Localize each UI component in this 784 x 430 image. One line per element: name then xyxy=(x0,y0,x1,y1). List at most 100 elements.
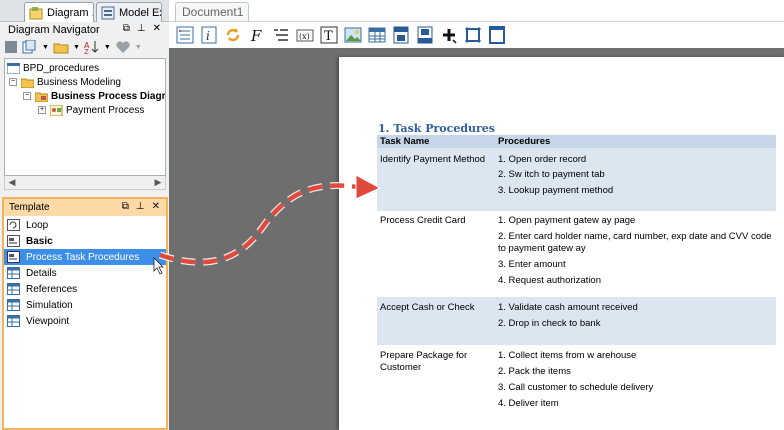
template-title-bar: Template ⧉ ⊥ ✕ xyxy=(4,199,166,216)
formula-button[interactable]: (x) xyxy=(294,24,316,46)
tree-node-business-process-diagram[interactable]: − Business Process Diagram xyxy=(23,89,165,103)
procedure-step: 1. Open payment gatew ay page xyxy=(498,215,636,226)
left-tab-bar: Diagram ... Model Ex... xyxy=(0,0,169,23)
tree-horizontal-scrollbar[interactable]: ◀ ▶ xyxy=(4,176,166,190)
document-heading: 1. Task Procedures xyxy=(378,122,495,135)
page-footer-button[interactable] xyxy=(414,24,436,46)
template-item-process-task-procedures[interactable]: Process Task Procedures xyxy=(4,249,166,265)
document-page[interactable]: 1. Task Procedures Task Name Procedures … xyxy=(339,57,784,430)
task-name-cell: Prepare Package for Customer xyxy=(380,350,468,373)
table-row: Process Credit Card 1. Open payment gate… xyxy=(377,211,776,297)
page-header-icon xyxy=(393,26,409,44)
template-item-label: Basic xyxy=(26,235,53,247)
task-name-cell: Process Credit Card xyxy=(380,215,466,226)
tree-node-label: BPD_procedures xyxy=(23,62,100,74)
expand-icon[interactable]: + xyxy=(38,106,46,114)
open-folder-icon[interactable] xyxy=(53,40,69,54)
tab-diagram-navigator[interactable]: Diagram ... xyxy=(24,2,94,23)
diagram-tree: BPD_procedures − Business Modeling − Bus… xyxy=(4,58,166,176)
page-border-button[interactable] xyxy=(462,24,484,46)
dropdown-arrow-icon[interactable]: ▼ xyxy=(42,44,49,51)
loop-icon xyxy=(7,219,20,231)
template-icon xyxy=(7,251,20,263)
page-border-icon xyxy=(465,27,481,43)
float-icon[interactable]: ⧉ xyxy=(122,201,129,212)
folder-icon xyxy=(21,78,34,88)
image-button[interactable] xyxy=(342,24,364,46)
dropdown-arrow-icon[interactable]: ▼ xyxy=(135,44,142,51)
basic-icon xyxy=(7,235,20,247)
tab-model-explorer[interactable]: Model Ex... xyxy=(96,2,162,22)
dropdown-arrow-icon[interactable]: ▼ xyxy=(104,44,111,51)
template-item-simulation[interactable]: Simulation xyxy=(4,297,166,313)
table-row: Accept Cash or Check 1. Validate cash am… xyxy=(377,297,776,345)
info-icon: i xyxy=(201,26,217,44)
text-icon: T xyxy=(320,26,338,44)
tab-document1[interactable]: Document1 xyxy=(175,2,249,21)
pin-icon[interactable]: ⊥ xyxy=(137,23,146,34)
template-item-label: Process Task Procedures xyxy=(26,251,140,263)
table-of-contents-button[interactable] xyxy=(174,24,196,46)
close-icon[interactable]: ✕ xyxy=(152,201,160,212)
image-icon xyxy=(344,27,362,43)
document-editor: Document1 i F (x) T 1. Task Procedures T… xyxy=(169,0,784,430)
formula-icon: (x) xyxy=(296,29,314,42)
left-pane: Diagram ... Model Ex... Diagram Navigato… xyxy=(0,0,169,430)
grid-view-icon[interactable] xyxy=(4,40,18,54)
template-item-loop[interactable]: Loop xyxy=(4,217,166,233)
folder-icon xyxy=(35,92,48,102)
project-icon xyxy=(7,62,20,74)
pin-icon[interactable]: ⊥ xyxy=(136,201,145,212)
dropdown-arrow-icon[interactable]: ▼ xyxy=(73,44,80,51)
font-button[interactable]: F xyxy=(246,24,268,46)
procedure-step: 3. Call customer to schedule delivery xyxy=(498,382,654,393)
add-button[interactable] xyxy=(438,24,460,46)
table-button[interactable] xyxy=(366,24,388,46)
new-diagram-icon[interactable] xyxy=(22,40,38,54)
collapse-icon[interactable]: − xyxy=(9,78,17,86)
template-item-basic[interactable]: Basic xyxy=(4,233,166,249)
table-icon xyxy=(7,299,20,311)
task-name-cell: Identify Payment Method xyxy=(380,154,486,165)
template-item-label: Loop xyxy=(26,219,49,231)
table-icon xyxy=(368,27,386,43)
svg-text:(x): (x) xyxy=(299,32,310,41)
favorite-icon[interactable] xyxy=(115,40,131,54)
scroll-left-icon[interactable]: ◀ xyxy=(5,176,19,189)
task-name-cell: Accept Cash or Check xyxy=(380,302,475,313)
font-icon: F xyxy=(250,27,262,44)
collapse-icon[interactable]: − xyxy=(23,92,31,100)
info-button[interactable]: i xyxy=(198,24,220,46)
page-header-button[interactable] xyxy=(390,24,412,46)
svg-text:T: T xyxy=(324,29,333,44)
float-icon[interactable]: ⧉ xyxy=(123,23,130,34)
tree-node-payment-process[interactable]: + Payment Process xyxy=(38,103,144,117)
navigator-title: Diagram Navigator xyxy=(8,24,100,36)
page-button[interactable] xyxy=(486,24,508,46)
navigator-toolbar: ▼ ▼ AZ ▼ ▼ xyxy=(4,38,166,56)
refresh-button[interactable] xyxy=(222,24,244,46)
text-button[interactable]: T xyxy=(318,24,340,46)
template-item-details[interactable]: Details xyxy=(4,265,166,281)
table-icon xyxy=(7,283,20,295)
document-canvas[interactable]: 1. Task Procedures Task Name Procedures … xyxy=(169,48,784,430)
list-icon xyxy=(274,29,288,41)
template-item-viewpoint[interactable]: Viewpoint xyxy=(4,313,166,329)
template-title: Template xyxy=(9,202,50,213)
template-item-label: Details xyxy=(26,267,57,279)
table-row: Prepare Package for Customer 1. Collect … xyxy=(377,345,776,425)
document-tab-bar: Document1 xyxy=(169,0,784,22)
template-panel: Template ⧉ ⊥ ✕ Loop Basic Process Task P… xyxy=(2,197,168,430)
procedure-step: 2. Enter card holder name, card number, … xyxy=(498,231,772,254)
sort-icon[interactable]: AZ xyxy=(84,40,100,54)
tree-node-project[interactable]: BPD_procedures xyxy=(7,61,99,75)
page-footer-icon xyxy=(417,26,433,44)
template-item-references[interactable]: References xyxy=(4,281,166,297)
list-button[interactable] xyxy=(270,24,292,46)
svg-text:Z: Z xyxy=(84,48,89,54)
scroll-right-icon[interactable]: ▶ xyxy=(151,176,165,189)
navigator-title-bar: Diagram Navigator ⧉ ⊥ ✕ xyxy=(0,22,169,38)
tree-node-business-modeling[interactable]: − Business Modeling xyxy=(9,75,121,89)
svg-text:i: i xyxy=(206,29,210,43)
close-icon[interactable]: ✕ xyxy=(153,23,161,34)
